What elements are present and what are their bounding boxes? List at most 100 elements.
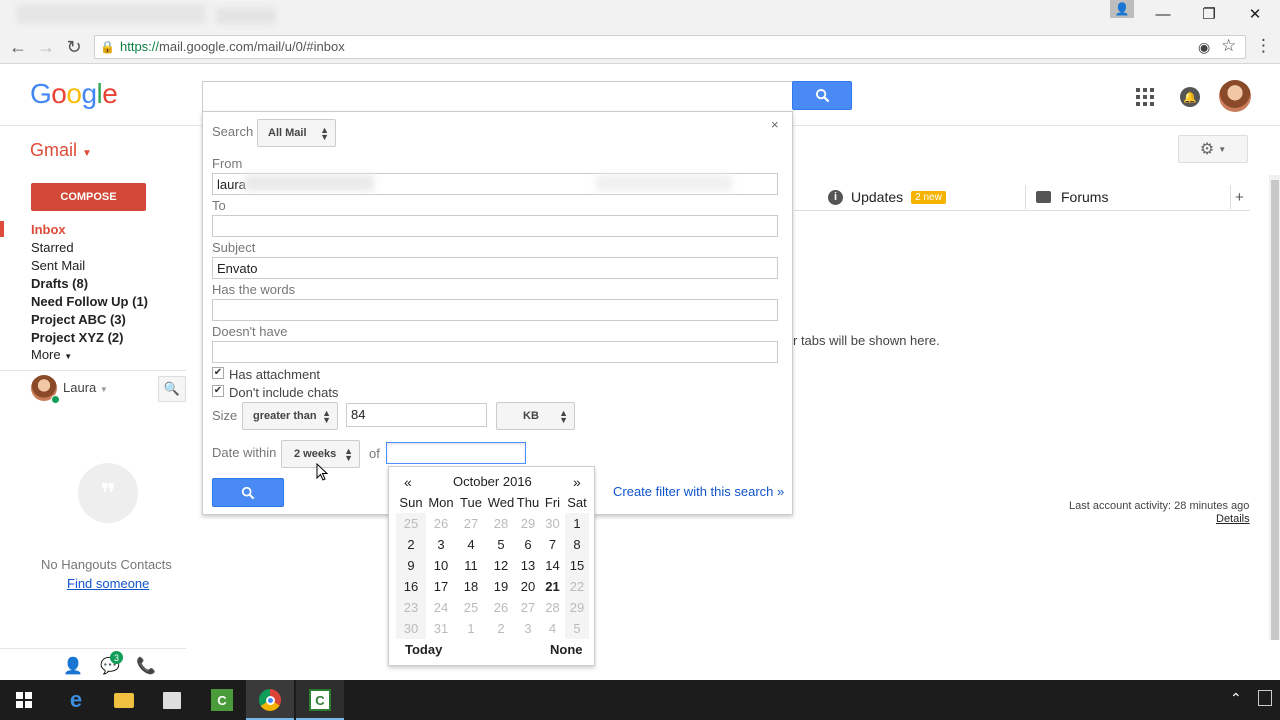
sidebar-item-project-xyz[interactable]: Project XYZ (2) — [31, 330, 123, 345]
calendar-day[interactable]: 17 — [426, 576, 456, 597]
person-icon[interactable]: 👤 — [63, 656, 83, 676]
forward-icon[interactable]: → — [34, 36, 58, 58]
sidebar-item-sent-mail[interactable]: Sent Mail — [31, 258, 85, 273]
details-link[interactable]: Details — [1216, 513, 1250, 525]
battery-icon[interactable] — [1258, 690, 1272, 706]
calendar-day[interactable]: 23 — [396, 597, 426, 618]
has-attachment-checkbox[interactable]: ✔ — [212, 367, 224, 379]
size-unit-select[interactable]: KB ▲ ▼ — [496, 402, 575, 430]
chrome-icon[interactable] — [246, 680, 294, 720]
sidebar-item-project-abc[interactable]: Project ABC (3) — [31, 312, 126, 327]
apps-grid-icon[interactable] — [1136, 88, 1154, 106]
calendar-day[interactable]: 21 — [540, 576, 565, 597]
windows-start-icon[interactable] — [0, 680, 48, 720]
calendar-day[interactable]: 13 — [516, 555, 540, 576]
gmail-menu[interactable]: Gmail ▼ — [30, 140, 92, 161]
tab-updates[interactable]: i Updates 2 new — [828, 189, 946, 205]
menu-icon[interactable]: ⋮ — [1255, 36, 1272, 56]
calendar-day[interactable]: 22 — [565, 576, 589, 597]
reload-icon[interactable]: ↻ — [62, 36, 86, 58]
hangouts-search-button[interactable]: 🔍 — [158, 376, 186, 402]
profile-icon[interactable]: 👤 — [1110, 0, 1134, 18]
sidebar-item-drafts[interactable]: Drafts (8) — [31, 276, 88, 291]
calendar-day[interactable]: 16 — [396, 576, 426, 597]
calendar-day[interactable]: 26 — [486, 597, 516, 618]
calendar-day[interactable]: 15 — [565, 555, 589, 576]
camtasia-icon[interactable]: C — [198, 680, 246, 720]
calendar-day[interactable]: 20 — [516, 576, 540, 597]
size-operator-select[interactable]: greater than ▲ ▼ — [242, 402, 338, 430]
no-chats-checkbox[interactable]: ✔ — [212, 385, 224, 397]
search-button[interactable] — [792, 81, 852, 110]
size-input[interactable]: 84 — [346, 403, 487, 427]
next-month-button[interactable]: » — [573, 474, 581, 490]
prev-month-button[interactable]: « — [404, 474, 412, 490]
tray-expand-icon[interactable]: ⌃ — [1230, 690, 1242, 707]
calendar-day[interactable]: 12 — [486, 555, 516, 576]
bookmark-star-icon[interactable]: ☆ — [1221, 36, 1236, 56]
calendar-day[interactable]: 14 — [540, 555, 565, 576]
calendar-day[interactable]: 19 — [486, 576, 516, 597]
calendar-day[interactable]: 28 — [540, 597, 565, 618]
calendar-day[interactable]: 2 — [486, 618, 516, 639]
google-logo[interactable]: Google — [30, 78, 118, 110]
tab-forums[interactable]: Forums — [1036, 189, 1108, 205]
calendar-day[interactable]: 10 — [426, 555, 456, 576]
calendar-day[interactable]: 7 — [540, 534, 565, 555]
calendar-day[interactable]: 5 — [565, 618, 589, 639]
calendar-day[interactable]: 6 — [516, 534, 540, 555]
account-avatar[interactable] — [1219, 80, 1251, 112]
close-icon[interactable]: × — [771, 117, 779, 132]
advanced-search-button[interactable] — [212, 478, 284, 507]
create-filter-link[interactable]: Create filter with this search » — [613, 484, 784, 499]
sidebar-item-more[interactable]: More ▼ — [31, 347, 72, 362]
eye-icon[interactable]: ◉ — [1198, 39, 1210, 56]
browser-tab[interactable] — [16, 4, 206, 24]
notifications-bell-icon[interactable]: 🔔 — [1180, 87, 1200, 107]
store-icon[interactable] — [148, 680, 196, 720]
calendar-day[interactable]: 4 — [540, 618, 565, 639]
back-icon[interactable]: ← — [6, 36, 30, 58]
minimize-icon[interactable]: — — [1140, 0, 1186, 28]
date-input[interactable] — [386, 442, 526, 464]
search-input[interactable] — [202, 81, 794, 111]
calendar-day[interactable]: 2 — [396, 534, 426, 555]
phone-icon[interactable]: 📞 — [136, 656, 156, 676]
calendar-day[interactable]: 24 — [426, 597, 456, 618]
sidebar-item-starred[interactable]: Starred — [31, 240, 74, 255]
to-field[interactable] — [212, 215, 778, 237]
calendar-day[interactable]: 5 — [486, 534, 516, 555]
add-tab-icon[interactable]: + — [1235, 189, 1244, 206]
calendar-day[interactable]: 8 — [565, 534, 589, 555]
calendar-day[interactable]: 31 — [426, 618, 456, 639]
calendar-day[interactable]: 26 — [426, 513, 456, 534]
calendar-day[interactable]: 18 — [456, 576, 486, 597]
close-window-icon[interactable]: ✕ — [1232, 0, 1278, 28]
calendar-day[interactable]: 27 — [456, 513, 486, 534]
calendar-day[interactable]: 9 — [396, 555, 426, 576]
calendar-today-button[interactable]: Today — [405, 642, 442, 657]
settings-button[interactable]: ⚙ ▼ — [1178, 135, 1248, 163]
calendar-day[interactable]: 3 — [426, 534, 456, 555]
calendar-day[interactable]: 11 — [456, 555, 486, 576]
calendar-day[interactable]: 1 — [565, 513, 589, 534]
search-scope-select[interactable]: All Mail ▲ ▼ — [257, 119, 336, 147]
calendar-day[interactable]: 25 — [396, 513, 426, 534]
calendar-day[interactable]: 29 — [565, 597, 589, 618]
file-explorer-icon[interactable] — [100, 680, 148, 720]
has-words-field[interactable] — [212, 299, 778, 321]
calendar-day[interactable]: 25 — [456, 597, 486, 618]
doesnt-have-field[interactable] — [212, 341, 778, 363]
calendar-day[interactable]: 30 — [540, 513, 565, 534]
calendar-day[interactable]: 30 — [396, 618, 426, 639]
camtasia-recorder-icon[interactable]: C — [296, 680, 344, 720]
scrollbar-thumb[interactable] — [1271, 180, 1279, 640]
compose-button[interactable]: COMPOSE — [31, 183, 146, 211]
calendar-day[interactable]: 1 — [456, 618, 486, 639]
calendar-none-button[interactable]: None — [550, 642, 583, 657]
calendar-day[interactable]: 29 — [516, 513, 540, 534]
calendar-day[interactable]: 4 — [456, 534, 486, 555]
calendar-day[interactable]: 27 — [516, 597, 540, 618]
find-someone-link[interactable]: Find someone — [67, 576, 149, 591]
hangouts-user-menu[interactable]: Laura ▼ — [63, 380, 108, 395]
